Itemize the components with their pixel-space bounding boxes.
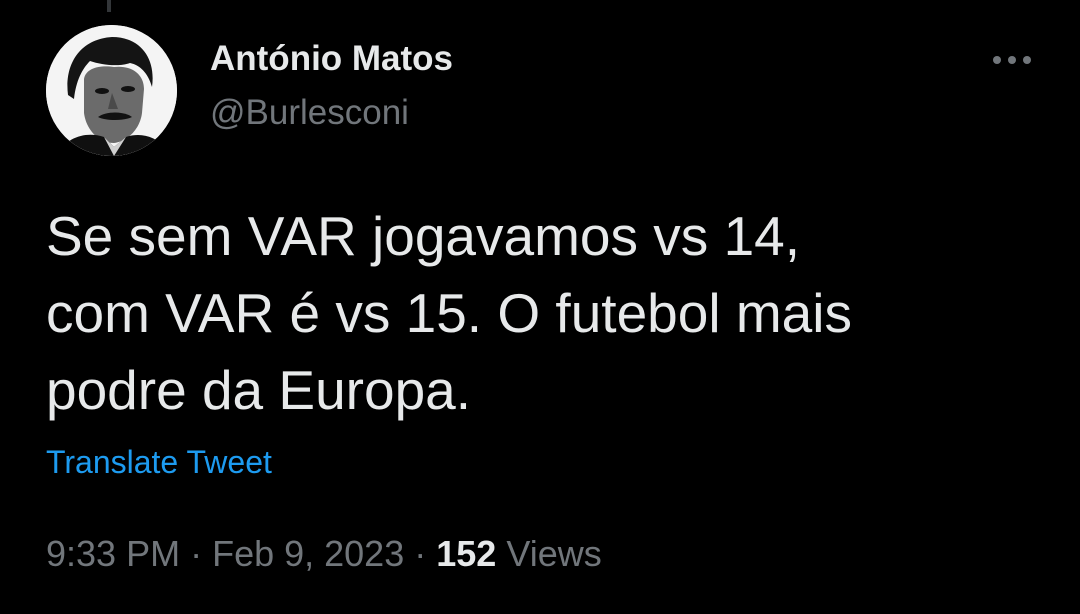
author-handle[interactable]: @Burlesconi bbox=[210, 93, 409, 133]
tweet-metadata: 9:33 PM · Feb 9, 2023 · 152 Views bbox=[46, 533, 602, 575]
meta-separator: · bbox=[180, 533, 213, 574]
meta-separator: · bbox=[404, 533, 437, 574]
avatar-photo bbox=[46, 25, 177, 156]
thread-connector-line bbox=[107, 0, 111, 12]
translate-tweet-link[interactable]: Translate Tweet bbox=[46, 444, 272, 481]
avatar[interactable] bbox=[46, 25, 177, 156]
more-horizontal-icon bbox=[993, 56, 1031, 64]
tweet-date[interactable]: Feb 9, 2023 bbox=[212, 533, 404, 574]
more-options-button[interactable] bbox=[984, 40, 1040, 80]
views-count[interactable]: 152 bbox=[436, 533, 496, 574]
author-display-name[interactable]: António Matos bbox=[210, 39, 453, 79]
views-label[interactable]: Views bbox=[506, 533, 601, 574]
tweet-time[interactable]: 9:33 PM bbox=[46, 533, 180, 574]
tweet-text: Se sem VAR jogavamos vs 14, com VAR é vs… bbox=[46, 205, 852, 421]
